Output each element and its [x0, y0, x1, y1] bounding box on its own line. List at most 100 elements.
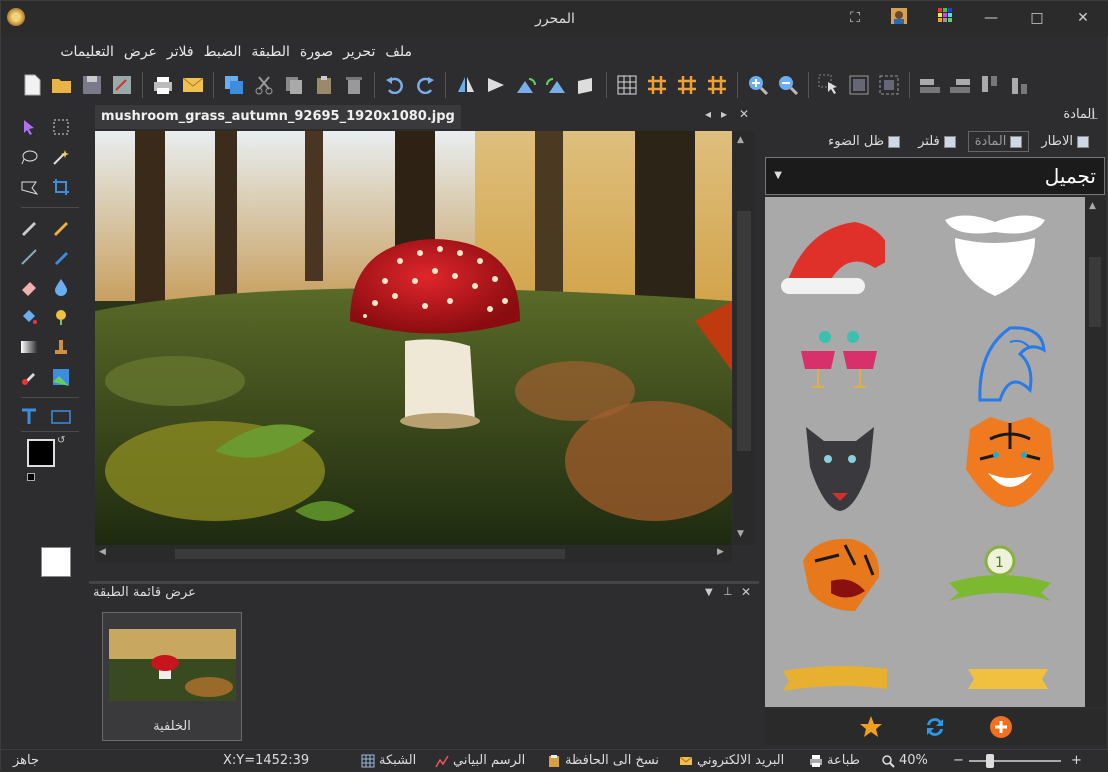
undo-icon[interactable] [382, 72, 408, 98]
gallery-item-party-glasses[interactable] [785, 313, 895, 413]
panel-menu-icon[interactable]: ▼ [705, 587, 713, 598]
red-eye-brush-icon[interactable] [17, 365, 41, 389]
gallery-item-santa-hat[interactable] [775, 203, 885, 303]
horizontal-scroll-thumb[interactable] [175, 549, 565, 559]
category-dropdown[interactable]: تجميل ▼ [765, 157, 1105, 195]
duplicate-icon[interactable] [221, 72, 247, 98]
panel-close-icon[interactable]: ✕ [741, 585, 751, 599]
tab-filter[interactable]: فلتر [912, 131, 962, 152]
pin-icon[interactable]: ⊥ [1089, 109, 1099, 122]
scroll-up-icon[interactable]: ▲ [737, 135, 744, 145]
vertical-scroll-thumb[interactable] [737, 211, 751, 451]
menu-layer[interactable]: الطبقة [251, 41, 289, 63]
minimize-button[interactable]: — [977, 7, 1005, 29]
crop-icon[interactable] [49, 175, 73, 199]
zoom-minus-button[interactable]: − [953, 753, 964, 768]
palette-icon[interactable] [931, 7, 959, 29]
email-icon[interactable] [180, 72, 206, 98]
save-icon[interactable] [79, 72, 105, 98]
color-picker-icon[interactable] [49, 305, 73, 329]
gallery-item-beard[interactable] [935, 203, 1045, 303]
hash-grid-2-icon[interactable] [674, 72, 700, 98]
menu-image[interactable]: صورة [300, 41, 333, 63]
arrow-select-icon[interactable] [17, 115, 41, 139]
align-top-icon[interactable] [977, 72, 1003, 98]
tab-frame[interactable]: الاطار [1035, 131, 1095, 152]
canvas-vertical-scrollbar[interactable]: ▲ ▼ [733, 131, 755, 545]
status-print[interactable]: طباعة [809, 753, 860, 768]
gallery-item-blue-eagle[interactable] [955, 313, 1065, 413]
new-file-icon[interactable] [19, 72, 45, 98]
gradient-icon[interactable] [17, 335, 41, 359]
clone-stamp-icon[interactable] [49, 335, 73, 359]
magic-wand-icon[interactable] [49, 145, 73, 169]
shape-rect-icon[interactable] [49, 405, 73, 429]
fullscreen-icon[interactable]: ⛶ [841, 7, 869, 29]
gallery-item-tiger-roar[interactable] [785, 523, 895, 623]
close-button[interactable]: ✕ [1069, 7, 1097, 29]
tab-light-shadow[interactable]: ظل الضوء [822, 131, 906, 152]
status-grid[interactable]: الشبكة [361, 753, 416, 768]
polygon-lasso-icon[interactable] [17, 175, 41, 199]
zoom-out-icon[interactable] [775, 72, 801, 98]
zoom-in-icon[interactable] [745, 72, 771, 98]
rect-marquee-icon[interactable] [49, 115, 73, 139]
pin-icon[interactable]: ⊥ [723, 585, 733, 598]
gallery-scroll-thumb[interactable] [1089, 257, 1101, 327]
flip-horizontal-icon[interactable] [453, 72, 479, 98]
redo-icon[interactable] [412, 72, 438, 98]
paste-icon[interactable] [311, 72, 337, 98]
zoom-plus-button[interactable]: + [1071, 753, 1082, 768]
text-tool-icon[interactable] [17, 405, 41, 429]
reset-colors-icon[interactable] [27, 473, 35, 481]
tab-prev-icon[interactable]: ◂ [705, 107, 711, 121]
status-chart[interactable]: الرسم البياني [435, 753, 525, 768]
cut-icon[interactable] [251, 72, 277, 98]
print-icon[interactable] [150, 72, 176, 98]
gallery-item-gold-banner[interactable] [953, 627, 1063, 707]
grid-icon[interactable] [614, 72, 640, 98]
menu-edit[interactable]: تحرير [343, 41, 375, 63]
tab-next-icon[interactable]: ▸ [721, 107, 727, 121]
image-canvas[interactable] [95, 131, 732, 545]
gallery-item-tiger[interactable] [955, 409, 1065, 509]
crop-select-icon[interactable] [846, 72, 872, 98]
paint-bucket-icon[interactable] [17, 305, 41, 329]
background-color-swatch[interactable] [41, 547, 71, 577]
pen-icon[interactable] [17, 215, 41, 239]
document-tab[interactable]: mushroom_grass_autumn_92695_1920x1080.jp… [95, 105, 461, 129]
maximize-button[interactable]: □ [1023, 7, 1051, 29]
add-material-icon[interactable] [989, 715, 1013, 743]
align-left-icon[interactable] [917, 72, 943, 98]
favorite-star-icon[interactable] [859, 715, 883, 743]
eraser-icon[interactable] [17, 275, 41, 299]
line-icon[interactable] [17, 245, 41, 269]
align-bottom-icon[interactable] [1007, 72, 1033, 98]
delete-icon[interactable] [341, 72, 367, 98]
pencil-icon[interactable] [49, 215, 73, 239]
align-right-icon[interactable] [947, 72, 973, 98]
zoom-slider-thumb[interactable] [986, 754, 994, 768]
skew-icon[interactable] [573, 72, 599, 98]
canvas-horizontal-scrollbar[interactable]: ◀ ▶ [95, 545, 732, 563]
skin-icon[interactable] [885, 7, 913, 29]
hash-grid-3-icon[interactable] [704, 72, 730, 98]
hash-grid-icon[interactable] [644, 72, 670, 98]
open-folder-icon[interactable] [49, 72, 75, 98]
foreground-color-swatch[interactable] [27, 439, 55, 467]
brush-icon[interactable] [49, 245, 73, 269]
save-as-icon[interactable] [109, 72, 135, 98]
tab-material[interactable]: المادة [967, 131, 1030, 152]
status-email[interactable]: البريد الالكتروني [679, 753, 784, 768]
tab-close-icon[interactable]: ✕ [739, 107, 749, 121]
gallery-scrollbar[interactable]: ▲ [1085, 197, 1105, 707]
menu-adjust[interactable]: الضبط [204, 41, 242, 63]
scroll-left-icon[interactable]: ◀ [99, 547, 106, 557]
select-arrow-icon[interactable] [816, 72, 842, 98]
layer-item[interactable]: الخلفية [102, 612, 242, 741]
scroll-up-icon[interactable]: ▲ [1089, 201, 1096, 211]
image-adjust-icon[interactable] [49, 365, 73, 389]
zoom-slider-track[interactable] [969, 760, 1061, 762]
menu-help[interactable]: التعليمات [60, 41, 114, 63]
menu-view[interactable]: عرض [124, 41, 157, 63]
